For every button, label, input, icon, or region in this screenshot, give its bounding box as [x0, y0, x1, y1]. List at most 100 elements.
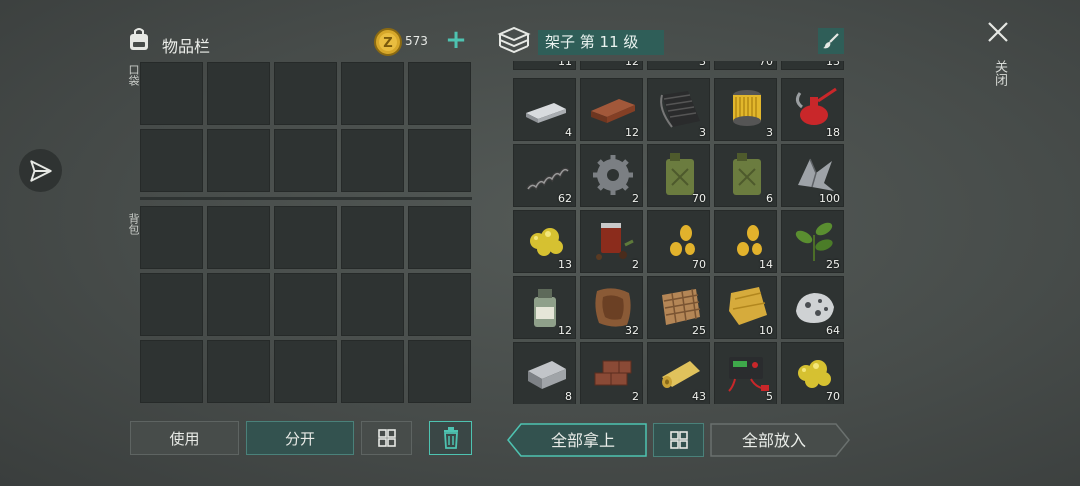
- coin-count: 573: [405, 34, 428, 48]
- pocket-slot[interactable]: [207, 129, 270, 192]
- brush-icon: [823, 33, 839, 49]
- shelf-slot[interactable]: 3: [647, 61, 710, 70]
- shelf-slot[interactable]: 10: [714, 276, 777, 339]
- item-quantity: 8: [565, 390, 572, 403]
- item-quantity: 14: [759, 258, 773, 271]
- trash-icon: [443, 427, 458, 449]
- backpack-slot[interactable]: [140, 273, 203, 336]
- backpack-slot[interactable]: [140, 206, 203, 269]
- backpack-slot[interactable]: [408, 273, 471, 336]
- item-quantity: 25: [692, 324, 706, 337]
- put-all-label: 全部放入: [742, 431, 806, 450]
- backpack-slot[interactable]: [207, 206, 270, 269]
- item-quantity: 70: [759, 61, 773, 68]
- use-button[interactable]: 使用: [130, 421, 239, 455]
- close-label: 关闭: [992, 60, 1007, 86]
- item-quantity: 6: [766, 192, 773, 205]
- item-quantity: 12: [625, 61, 639, 68]
- shelf-slot[interactable]: 12: [580, 61, 643, 70]
- shelf-slot[interactable]: 32: [580, 276, 643, 339]
- shelf-slot[interactable]: 8: [513, 342, 576, 404]
- shelf-slot[interactable]: 70: [714, 61, 777, 70]
- backpack-slot[interactable]: [274, 206, 337, 269]
- shelf-slot[interactable]: 2: [580, 210, 643, 273]
- backpack-slot[interactable]: [408, 340, 471, 403]
- backpack-slot[interactable]: [408, 206, 471, 269]
- shelf-slot[interactable]: 70: [647, 210, 710, 273]
- close-icon: [988, 22, 1008, 42]
- shelf-slot[interactable]: 6: [714, 144, 777, 207]
- share-button[interactable]: [19, 149, 62, 192]
- shelf-slot[interactable]: 2: [580, 342, 643, 404]
- sort-grid-button[interactable]: [361, 421, 412, 455]
- backpack-slot[interactable]: [207, 340, 270, 403]
- pocket-slot[interactable]: [341, 129, 404, 192]
- backpack-grid: [140, 206, 472, 403]
- backpack-slot[interactable]: [274, 273, 337, 336]
- trash-button[interactable]: [429, 421, 472, 455]
- item-quantity: 13: [558, 258, 572, 271]
- shelf-slot[interactable]: 100: [781, 144, 844, 207]
- shelf-slot[interactable]: 13: [781, 61, 844, 70]
- item-quantity: 2: [632, 390, 639, 403]
- pocket-slot[interactable]: [140, 62, 203, 125]
- shelf-grid: 4 12 3 3 18 62 2 70 6 100 13 2 70 14 25 12 32 25 10 64 8 2 43 5…: [513, 78, 844, 404]
- svg-text:Z: Z: [383, 36, 392, 51]
- backpack-slot[interactable]: [274, 340, 337, 403]
- item-quantity: 2: [632, 258, 639, 271]
- pocket-slot[interactable]: [274, 62, 337, 125]
- shelf-icon: [497, 26, 531, 54]
- backpack-slot[interactable]: [341, 340, 404, 403]
- add-coins-button[interactable]: +: [441, 26, 471, 56]
- shelf-slot[interactable]: 18: [781, 78, 844, 141]
- pocket-slot[interactable]: [341, 62, 404, 125]
- split-button[interactable]: 分开: [246, 421, 354, 455]
- item-quantity: 18: [826, 126, 840, 139]
- shelf-slot[interactable]: 62: [513, 144, 576, 207]
- take-all-label: 全部拿上: [551, 431, 615, 450]
- backpack-slot[interactable]: [207, 273, 270, 336]
- item-quantity: 43: [692, 390, 706, 403]
- item-quantity: 13: [826, 61, 840, 68]
- shelf-slot[interactable]: 3: [647, 78, 710, 141]
- take-all-button[interactable]: 全部拿上: [507, 423, 647, 457]
- shelf-slot[interactable]: 43: [647, 342, 710, 404]
- shelf-slot[interactable]: 5: [714, 342, 777, 404]
- close-button[interactable]: [984, 18, 1012, 46]
- shelf-slot[interactable]: 12: [580, 78, 643, 141]
- shelf-slot[interactable]: 70: [647, 144, 710, 207]
- shelf-container[interactable]: 11 12 3 70 13 4 12 3 3 18 62 2 70 6 100 13 2 70 14 25 12 32 2…: [513, 61, 845, 404]
- shelf-slot[interactable]: 4: [513, 78, 576, 141]
- item-quantity: 32: [625, 324, 639, 337]
- pocket-slot[interactable]: [408, 129, 471, 192]
- item-quantity: 25: [826, 258, 840, 271]
- pocket-slot[interactable]: [207, 62, 270, 125]
- shelf-slot[interactable]: 25: [781, 210, 844, 273]
- shelf-slot[interactable]: 25: [647, 276, 710, 339]
- shelf-slot[interactable]: 70: [781, 342, 844, 404]
- shelf-slot[interactable]: 13: [513, 210, 576, 273]
- backpack-slot[interactable]: [341, 206, 404, 269]
- shelf-slot[interactable]: 3: [714, 78, 777, 141]
- item-quantity: 12: [558, 324, 572, 337]
- item-quantity: 11: [558, 61, 572, 68]
- backpack-slot[interactable]: [140, 340, 203, 403]
- pocket-slot[interactable]: [274, 129, 337, 192]
- shelf-slot[interactable]: 14: [714, 210, 777, 273]
- shelf-slot[interactable]: 64: [781, 276, 844, 339]
- shelf-slot[interactable]: 12: [513, 276, 576, 339]
- backpack-label: 背包: [127, 213, 140, 235]
- shelf-slot[interactable]: 11: [513, 61, 576, 70]
- shelf-title: 架子 第 11 级: [538, 30, 664, 55]
- item-quantity: 100: [819, 192, 840, 205]
- pocket-slot[interactable]: [140, 129, 203, 192]
- pocket-grid: [140, 62, 472, 192]
- item-quantity: 4: [565, 126, 572, 139]
- shelf-slot[interactable]: 2: [580, 144, 643, 207]
- pocket-label: 口袋: [127, 64, 140, 86]
- backpack-slot[interactable]: [341, 273, 404, 336]
- put-all-button[interactable]: 全部放入: [710, 423, 850, 457]
- paint-button[interactable]: [818, 28, 844, 54]
- sort-shelf-button[interactable]: [653, 423, 704, 457]
- pocket-slot[interactable]: [408, 62, 471, 125]
